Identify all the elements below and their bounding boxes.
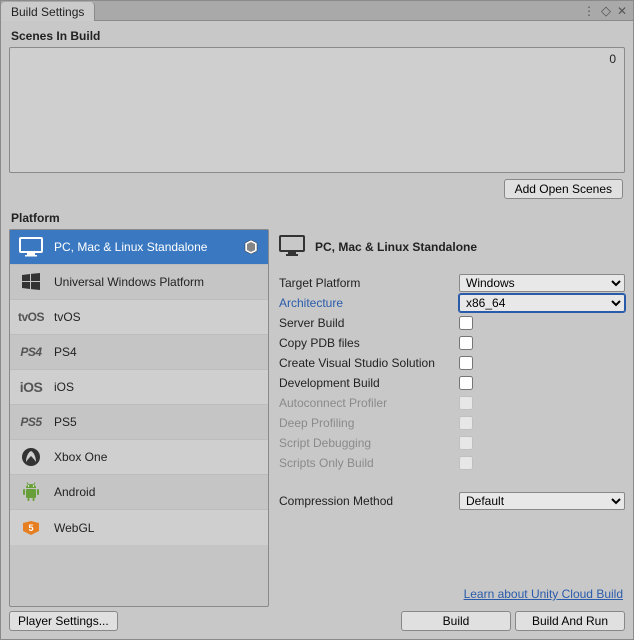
- create-vs-label: Create Visual Studio Solution: [279, 356, 459, 370]
- platform-item-label: Xbox One: [54, 450, 232, 464]
- unity-icon: [242, 239, 260, 255]
- ps5-icon: PS5: [18, 415, 44, 429]
- dev-build-checkbox[interactable]: [459, 376, 473, 390]
- build-settings-window: Build Settings ⋮ ◇ ✕ Scenes In Build 0 A…: [0, 0, 634, 640]
- popout-icon[interactable]: ◇: [601, 3, 611, 19]
- platform-item-android[interactable]: Android: [10, 475, 268, 510]
- monitor-icon: [279, 235, 305, 260]
- autoconnect-checkbox: [459, 396, 473, 410]
- platform-item-label: iOS: [54, 380, 232, 394]
- script-debug-label: Script Debugging: [279, 436, 459, 450]
- android-icon: [18, 482, 44, 502]
- server-build-checkbox[interactable]: [459, 316, 473, 330]
- platform-item-label: PC, Mac & Linux Standalone: [54, 240, 232, 254]
- platform-item-uwp[interactable]: Universal Windows Platform: [10, 265, 268, 300]
- architecture-label: Architecture: [279, 296, 459, 310]
- svg-text:5: 5: [28, 523, 33, 533]
- webgl-icon: 5: [18, 519, 44, 537]
- platform-item-label: Universal Windows Platform: [54, 275, 232, 289]
- autoconnect-label: Autoconnect Profiler: [279, 396, 459, 410]
- script-debug-checkbox: [459, 436, 473, 450]
- deep-profiling-checkbox: [459, 416, 473, 430]
- ios-icon: iOS: [18, 379, 44, 395]
- deep-profiling-label: Deep Profiling: [279, 416, 459, 430]
- scripts-only-label: Scripts Only Build: [279, 456, 459, 470]
- tvos-icon: tvOS: [18, 310, 44, 324]
- platform-item-label: PS4: [54, 345, 232, 359]
- scene-index-0: 0: [609, 52, 616, 66]
- platform-item-label: PS5: [54, 415, 232, 429]
- cloud-build-link[interactable]: Learn about Unity Cloud Build: [464, 587, 623, 601]
- target-platform-label: Target Platform: [279, 276, 459, 290]
- platform-item-xboxone[interactable]: Xbox One: [10, 440, 268, 475]
- detail-title: PC, Mac & Linux Standalone: [315, 240, 477, 254]
- scripts-only-checkbox: [459, 456, 473, 470]
- compression-select[interactable]: Default: [459, 492, 625, 510]
- create-vs-checkbox[interactable]: [459, 356, 473, 370]
- build-button[interactable]: Build: [401, 611, 511, 631]
- platform-item-tvos[interactable]: tvOS tvOS: [10, 300, 268, 335]
- platform-item-ios[interactable]: iOS iOS: [10, 370, 268, 405]
- server-build-label: Server Build: [279, 316, 459, 330]
- platform-item-webgl[interactable]: 5 WebGL: [10, 510, 268, 545]
- dev-build-label: Development Build: [279, 376, 459, 390]
- target-platform-select[interactable]: Windows: [459, 274, 625, 292]
- architecture-select[interactable]: x86_64: [459, 294, 625, 312]
- build-and-run-button[interactable]: Build And Run: [515, 611, 625, 631]
- player-settings-button[interactable]: Player Settings...: [9, 611, 118, 631]
- platform-detail-panel: PC, Mac & Linux Standalone Target Platfo…: [279, 229, 625, 607]
- platform-item-standalone[interactable]: PC, Mac & Linux Standalone: [10, 230, 268, 265]
- windows-icon: [18, 272, 44, 292]
- platform-item-ps4[interactable]: PS4 PS4: [10, 335, 268, 370]
- monitor-icon: [18, 237, 44, 257]
- tab-build-settings[interactable]: Build Settings: [1, 2, 95, 21]
- ps4-icon: PS4: [18, 345, 44, 359]
- close-icon[interactable]: ✕: [617, 4, 627, 18]
- add-open-scenes-button[interactable]: Add Open Scenes: [504, 179, 623, 199]
- platform-item-label: Android: [54, 485, 232, 499]
- platform-item-ps5[interactable]: PS5 PS5: [10, 405, 268, 440]
- scenes-in-build-label: Scenes In Build: [11, 29, 625, 43]
- kebab-menu-icon[interactable]: ⋮: [583, 4, 595, 18]
- xbox-icon: [18, 447, 44, 467]
- platform-item-label: WebGL: [54, 521, 232, 535]
- copy-pdb-label: Copy PDB files: [279, 336, 459, 350]
- platform-item-label: tvOS: [54, 310, 232, 324]
- platform-label: Platform: [11, 211, 625, 225]
- scenes-list[interactable]: 0: [9, 47, 625, 173]
- copy-pdb-checkbox[interactable]: [459, 336, 473, 350]
- platform-list: PC, Mac & Linux Standalone Universal Win…: [9, 229, 269, 607]
- titlebar: Build Settings ⋮ ◇ ✕: [1, 1, 633, 21]
- compression-label: Compression Method: [279, 494, 459, 508]
